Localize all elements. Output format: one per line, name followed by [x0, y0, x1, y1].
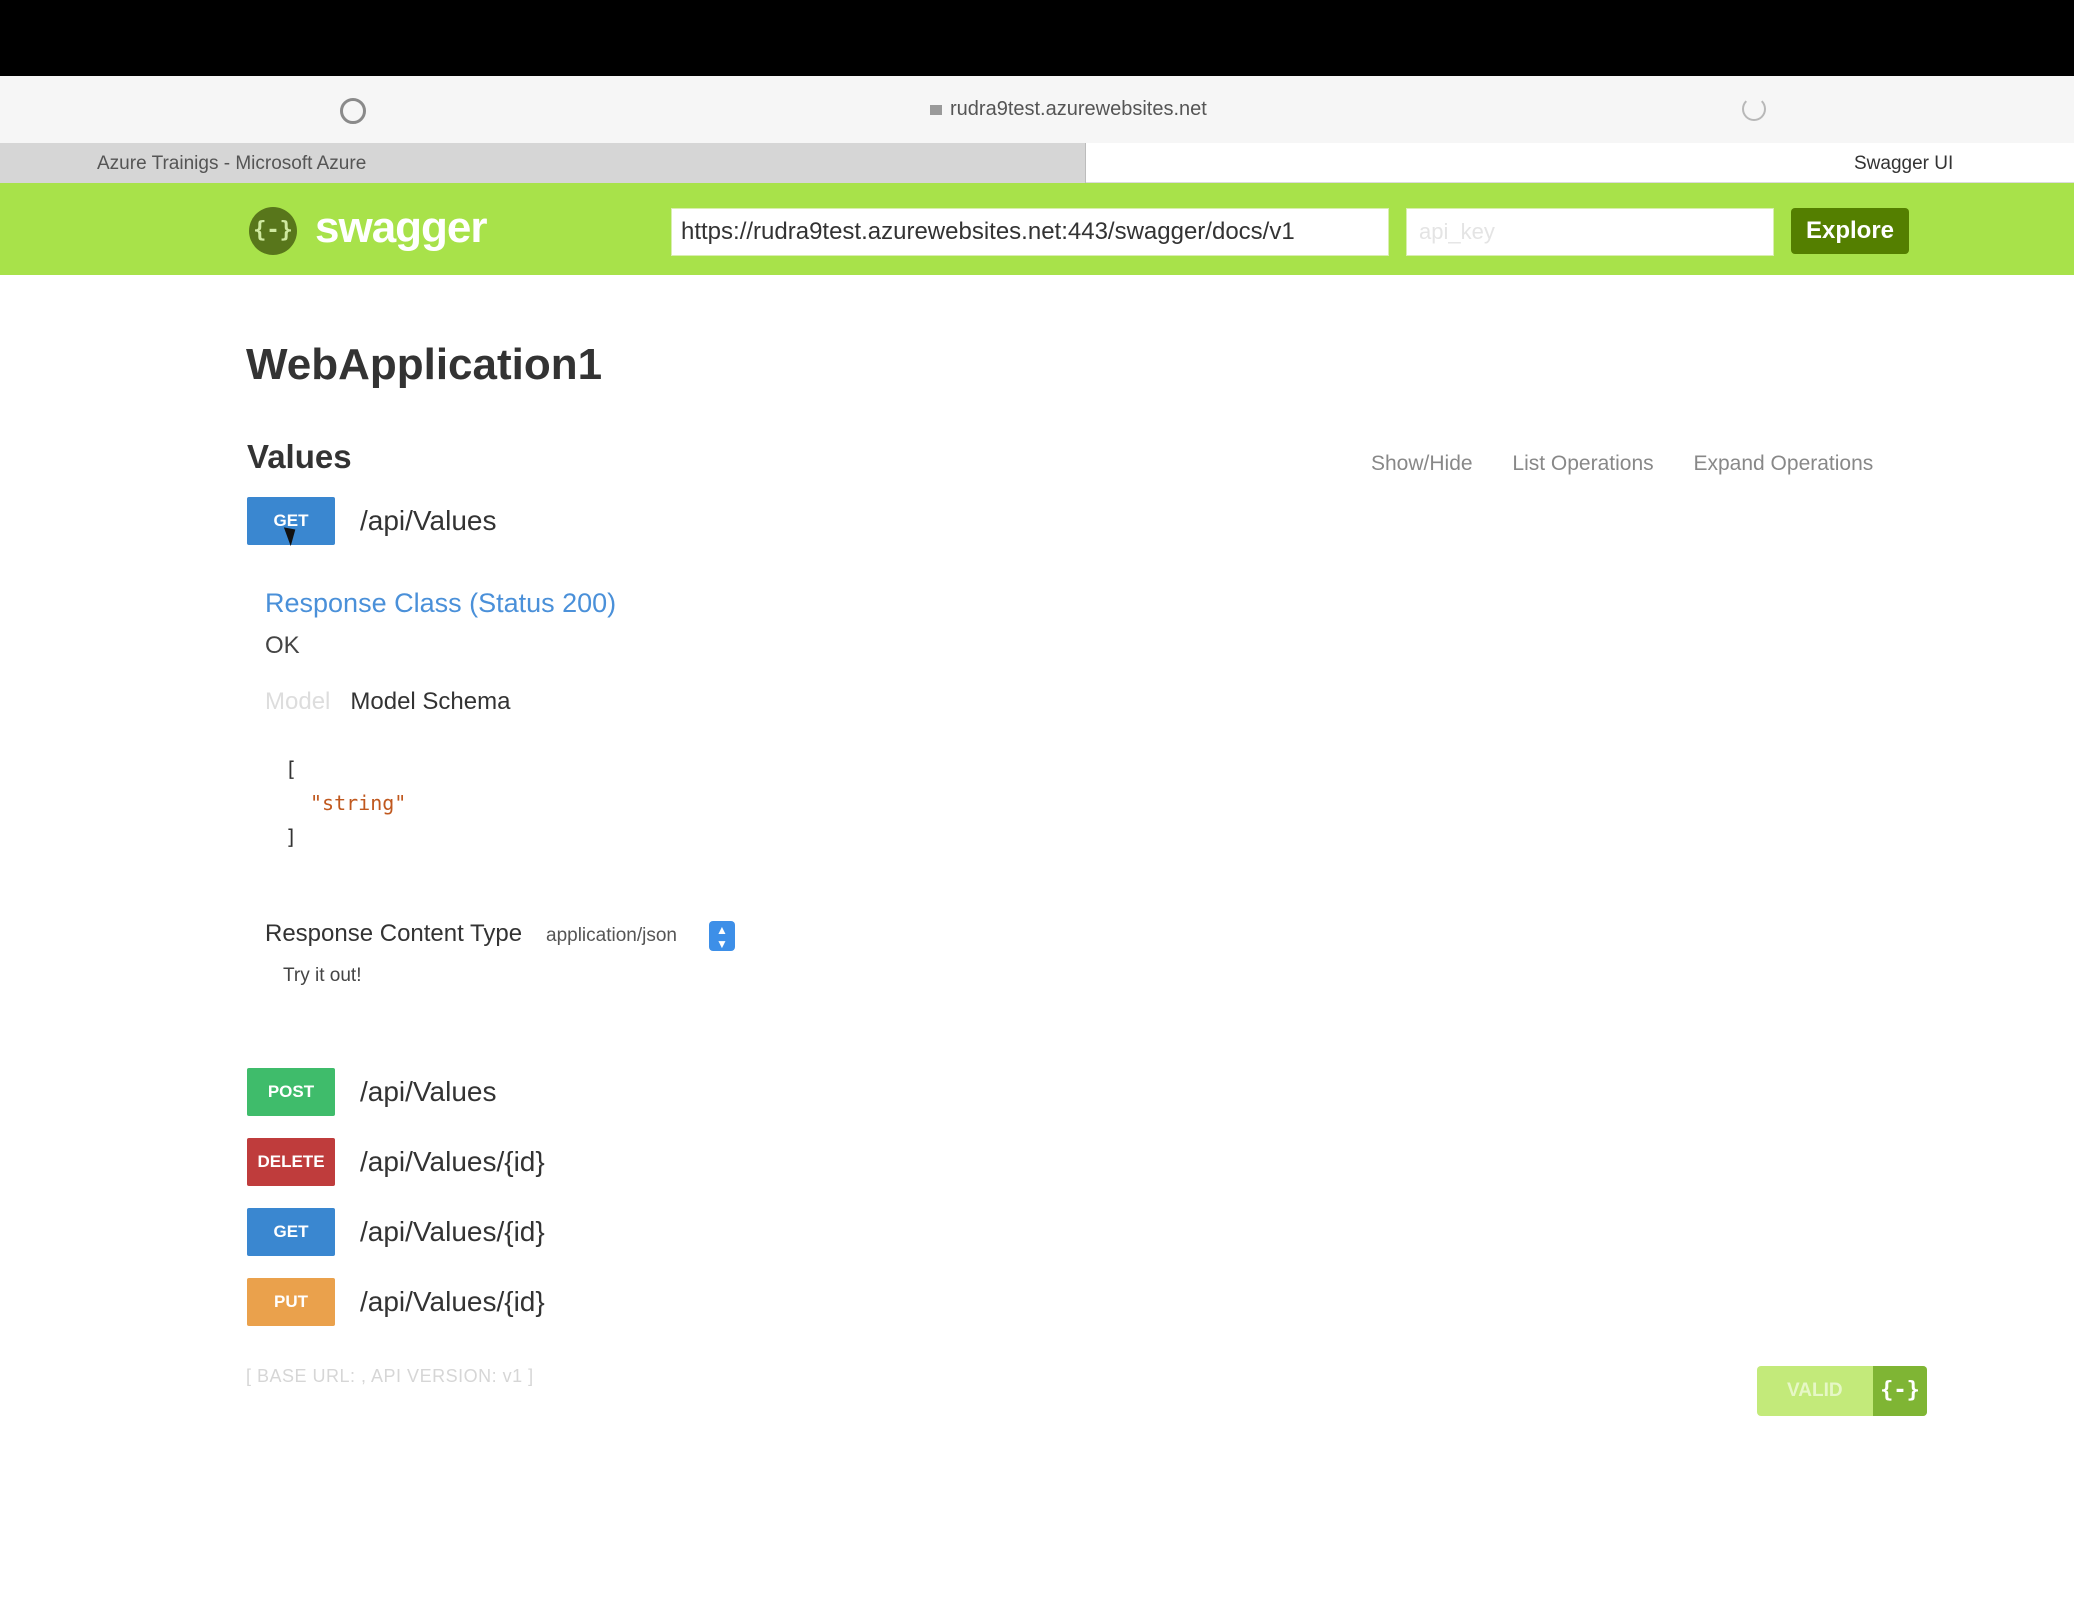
response-content-type-label: Response Content Type	[265, 920, 523, 947]
model-schema-tab[interactable]: Model Schema	[350, 688, 510, 715]
model-schema-code: [ "string" ]	[285, 757, 407, 849]
browser-url[interactable]: rudra9test.azurewebsites.net	[930, 98, 1207, 121]
swagger-validator-icon: {-}	[1873, 1366, 1927, 1416]
model-tab[interactable]: Model	[265, 688, 330, 715]
operation-path[interactable]: /api/Values	[360, 505, 496, 537]
operation-path[interactable]: /api/Values/{id}	[360, 1146, 545, 1178]
try-it-out-button[interactable]: Try it out!	[283, 965, 361, 987]
api-info-footer: [ BASE URL: , API VERSION: v1 ]	[246, 1366, 534, 1386]
swagger-logo-icon[interactable]: {-}	[249, 207, 297, 255]
method-badge-post[interactable]: POST	[247, 1068, 335, 1116]
operation-path[interactable]: /api/Values/{id}	[360, 1286, 545, 1318]
explore-button[interactable]: Explore	[1791, 208, 1909, 254]
content-type-select[interactable]: application/json	[546, 925, 677, 947]
lock-icon	[930, 104, 942, 115]
api-key-input[interactable]	[1406, 208, 1774, 256]
top-black-bar	[0, 0, 2074, 76]
reload-icon[interactable]	[1742, 97, 1766, 121]
privacy-icon[interactable]	[340, 98, 366, 124]
validator-label: VALID	[1787, 1380, 1843, 1401]
operation-path[interactable]: /api/Values	[360, 1076, 496, 1108]
model-tabs: Model Model Schema	[265, 688, 510, 716]
show-hide-link[interactable]: Show/Hide	[1371, 452, 1473, 475]
response-class-heading: Response Class (Status 200)	[265, 588, 617, 618]
method-badge-delete[interactable]: DELETE	[247, 1138, 335, 1186]
method-badge-get[interactable]: GET	[247, 1208, 335, 1256]
expand-operations-link[interactable]: Expand Operations	[1694, 452, 1874, 475]
operation-path[interactable]: /api/Values/{id}	[360, 1216, 545, 1248]
response-status-text: OK	[265, 632, 300, 659]
browser-tab-azure[interactable]: Azure Trainigs - Microsoft Azure	[0, 143, 1086, 183]
method-badge-put[interactable]: PUT	[247, 1278, 335, 1326]
validator-badge[interactable]: VALID {-}	[1757, 1366, 1927, 1416]
page-title: WebApplication1	[246, 340, 603, 389]
resource-title[interactable]: Values	[247, 438, 352, 476]
swagger-logo-text[interactable]: swagger	[315, 203, 488, 253]
resource-links: Show/Hide List Operations Expand Operati…	[1371, 452, 1873, 476]
spec-url-input[interactable]	[671, 208, 1389, 256]
select-arrows-icon[interactable]: ▲ ▼	[709, 921, 735, 951]
list-operations-link[interactable]: List Operations	[1512, 452, 1653, 475]
